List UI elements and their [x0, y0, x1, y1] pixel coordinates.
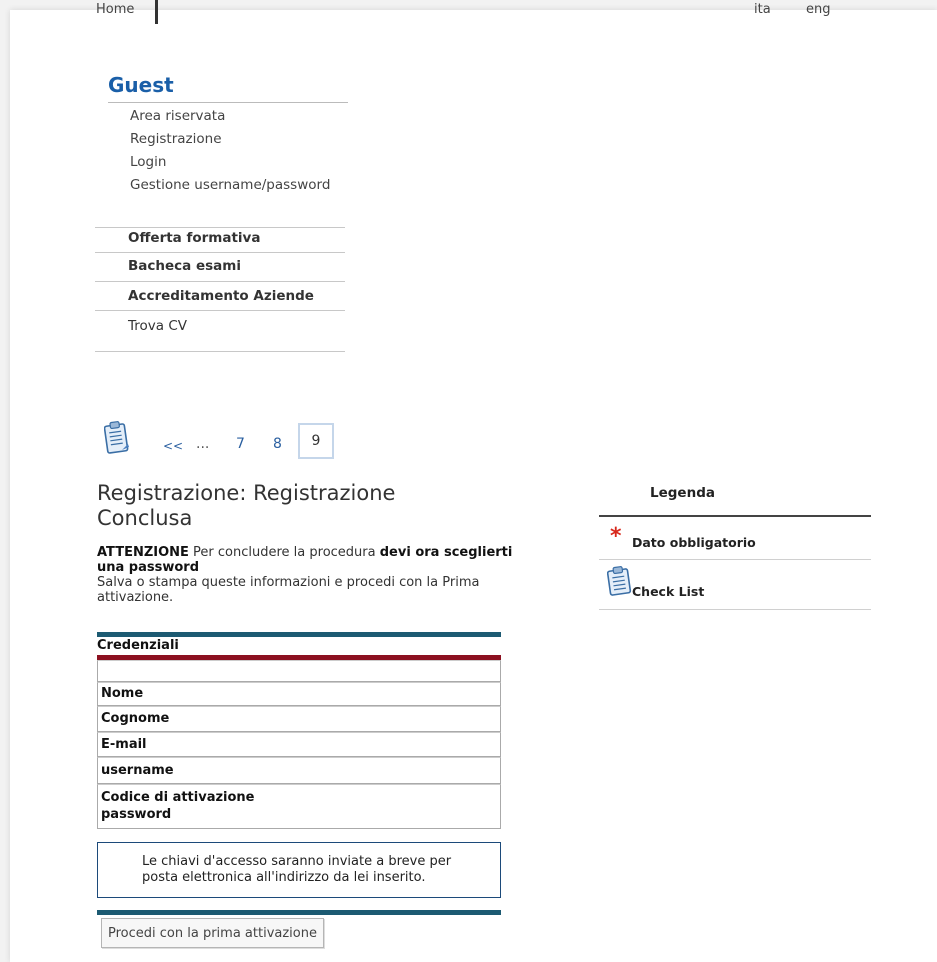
- info-message-box: Le chiavi d'accesso saranno inviate a br…: [97, 842, 501, 898]
- language-eng-link[interactable]: eng: [806, 2, 831, 17]
- legend-divider: [599, 609, 871, 610]
- menu-divider: [95, 227, 345, 228]
- guest-item-area-riservata[interactable]: Area riservata: [130, 108, 225, 124]
- attention-text: Per concludere la procedura: [188, 545, 380, 560]
- menu-divider: [95, 310, 345, 311]
- checklist-icon: [607, 566, 632, 596]
- credentials-empty-row: [97, 660, 501, 682]
- guest-item-gestione-password[interactable]: Gestione username/password: [130, 177, 330, 193]
- username-label: username: [101, 763, 174, 778]
- activation-code-label: Codice di attivazione: [101, 790, 255, 805]
- menu-divider: [95, 281, 345, 282]
- pager-page-7[interactable]: 7: [236, 436, 245, 452]
- menu-item-offerta-formativa[interactable]: Offerta formativa: [128, 230, 260, 246]
- pager-current-label: 9: [311, 433, 321, 449]
- nome-label: Nome: [101, 686, 144, 701]
- credentials-row-username: username: [97, 757, 501, 784]
- credentials-row-email: E-mail: [97, 732, 501, 757]
- legend-divider: [599, 559, 871, 560]
- menu-item-trova-cv[interactable]: Trova CV: [128, 318, 187, 334]
- menu-item-bacheca-esami[interactable]: Bacheca esami: [128, 258, 241, 274]
- pager-page-8[interactable]: 8: [273, 436, 282, 452]
- proceed-activation-button[interactable]: Procedi con la prima attivazione: [101, 918, 324, 948]
- pager-current-page: 9: [298, 423, 334, 459]
- menu-item-accreditamento-aziende[interactable]: Accreditamento Aziende: [128, 288, 314, 304]
- password-label: password: [101, 807, 172, 822]
- legend-checklist-label: Check List: [632, 584, 705, 599]
- required-star-icon: *: [610, 524, 622, 549]
- menu-divider: [95, 351, 345, 352]
- credentials-row-activation: Codice di attivazione password: [97, 784, 501, 829]
- legend-header-line: [599, 515, 871, 517]
- instruction-text: Salva o stampa queste informazioni e pro…: [97, 575, 480, 605]
- pager-first-link[interactable]: <<: [163, 439, 183, 453]
- credentials-row-nome: Nome: [97, 682, 501, 706]
- attention-label: ATTENZIONE: [97, 545, 189, 560]
- language-ita-link[interactable]: ita: [754, 2, 771, 17]
- info-message-text: Le chiavi d'accesso saranno inviate a br…: [142, 854, 452, 885]
- nav-separator: [155, 0, 158, 24]
- home-link[interactable]: Home: [96, 2, 134, 17]
- attention-message: ATTENZIONE Per concludere la procedura d…: [97, 545, 517, 605]
- guest-item-registrazione[interactable]: Registrazione: [130, 131, 222, 147]
- credentials-top-bar: [97, 632, 501, 637]
- credentials-row-cognome: Cognome: [97, 706, 501, 732]
- guest-heading: Guest: [108, 73, 174, 97]
- footer-bar: [97, 910, 501, 915]
- email-label: E-mail: [101, 737, 147, 752]
- menu-divider: [95, 252, 345, 253]
- guest-item-login[interactable]: Login: [130, 154, 166, 170]
- credentials-label: Credenziali: [97, 638, 179, 653]
- cognome-label: Cognome: [101, 711, 170, 726]
- pager-ellipsis: ...: [196, 436, 210, 452]
- page-title: Registrazione: Registrazione Conclusa: [97, 481, 396, 530]
- legend-required-label: Dato obbligatorio: [632, 535, 756, 550]
- checklist-icon[interactable]: [104, 420, 130, 456]
- guest-divider: [108, 102, 348, 103]
- legend-title: Legenda: [650, 485, 715, 501]
